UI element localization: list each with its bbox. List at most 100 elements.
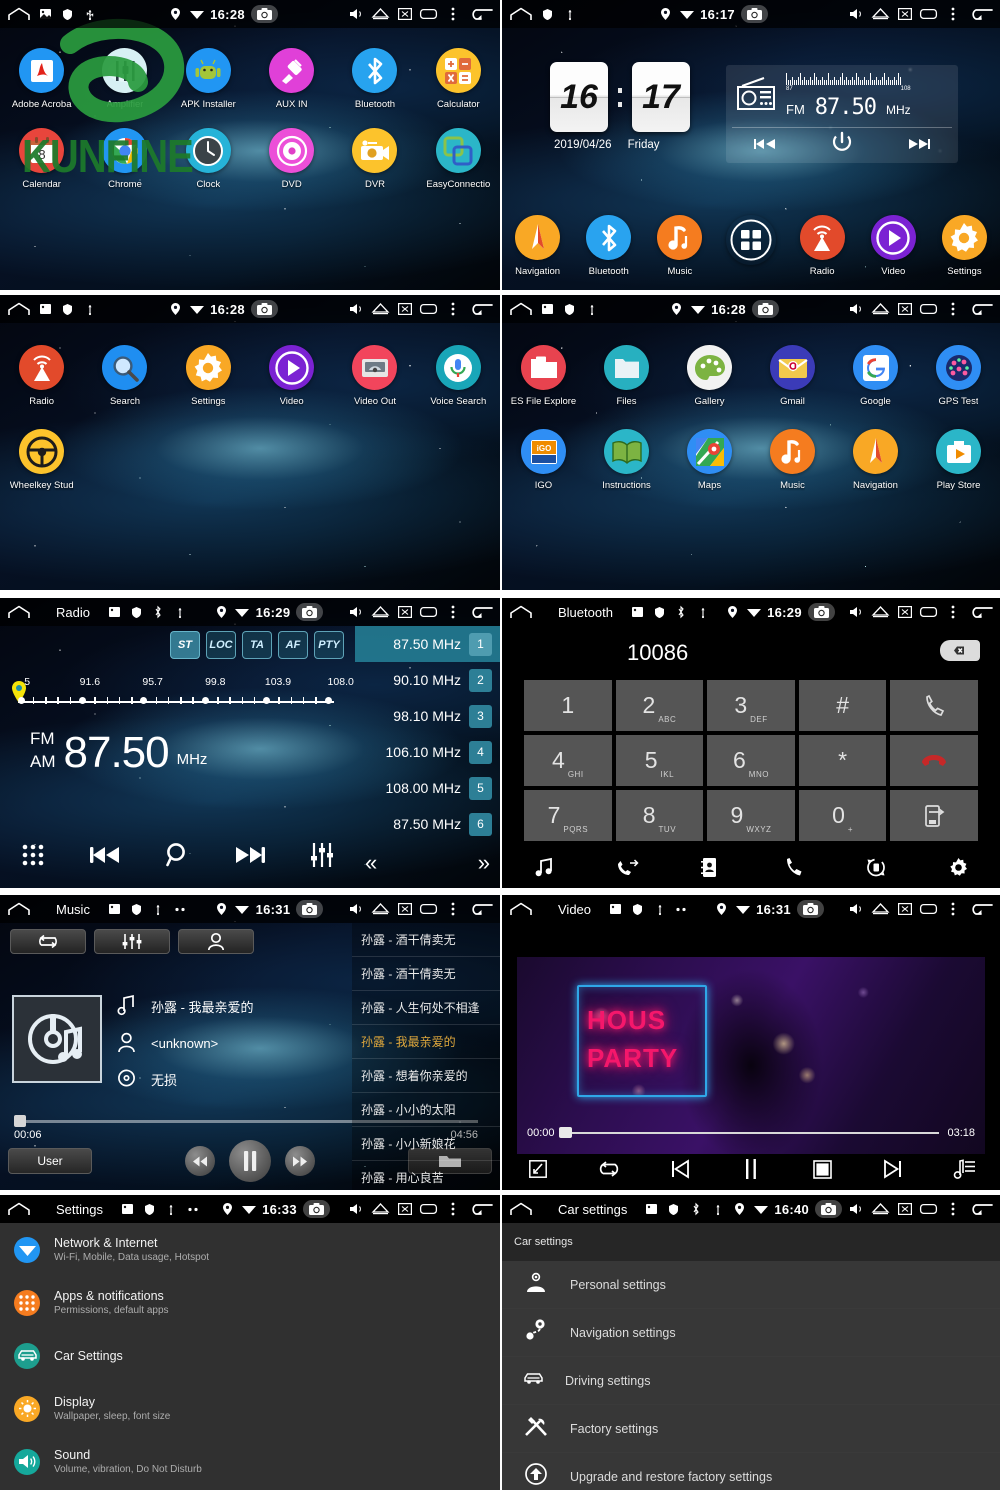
back-icon[interactable]: [469, 1202, 493, 1217]
app-aux-in[interactable]: AUX IN: [250, 48, 333, 110]
settings-row[interactable]: Network & Internet Wi-Fi, Mobile, Data us…: [0, 1223, 500, 1276]
video-progress[interactable]: 00:00 03:18: [527, 1127, 975, 1139]
radio-preset[interactable]: 106.10 MHz 4: [355, 734, 500, 770]
google-g-icon[interactable]: [853, 345, 898, 390]
recents-icon[interactable]: [919, 302, 938, 317]
dock-music-note[interactable]: Music: [644, 215, 715, 282]
settings-row[interactable]: Sound Volume, vibration, Do Not Disturb: [0, 1435, 500, 1488]
settings-row[interactable]: Car Settings: [0, 1329, 500, 1382]
camera-icon[interactable]: [740, 5, 768, 23]
overflow-menu-icon[interactable]: [445, 605, 460, 620]
volume-icon[interactable]: [849, 902, 864, 917]
progress-thumb[interactable]: [14, 1115, 26, 1127]
app-gps-test[interactable]: GPS Test: [917, 345, 1000, 407]
key-4[interactable]: 4 GHI: [524, 735, 612, 786]
resize-icon[interactable]: [528, 1160, 547, 1183]
radio-preset[interactable]: 87.50 MHz 1: [355, 626, 500, 662]
recents-icon[interactable]: [419, 902, 438, 917]
video-play-icon[interactable]: [870, 215, 916, 260]
key-6[interactable]: 6 MNO: [707, 735, 795, 786]
camera-icon[interactable]: [796, 900, 824, 918]
playlist-item[interactable]: 孙露 - 酒干倩卖无: [352, 957, 500, 991]
recents-icon[interactable]: [919, 605, 938, 620]
back-icon[interactable]: [969, 7, 993, 22]
playlist-item[interactable]: 孙露 - 小小新娘花: [352, 1127, 500, 1161]
search-magnifier-icon[interactable]: [102, 345, 148, 390]
home-icon[interactable]: [509, 1202, 533, 1216]
key-1[interactable]: 1: [524, 680, 612, 731]
prev-icon[interactable]: [89, 845, 121, 870]
close-box-icon[interactable]: [397, 1202, 412, 1217]
recents-icon[interactable]: [919, 1202, 938, 1217]
car-settings-row[interactable]: Driving settings: [502, 1357, 1000, 1405]
close-box-icon[interactable]: [397, 902, 412, 917]
stop-icon[interactable]: [812, 1159, 832, 1184]
progress-thumb[interactable]: [558, 1127, 572, 1138]
dock-radio-tower[interactable]: Radio: [787, 215, 858, 282]
camera-icon[interactable]: [807, 603, 835, 621]
back-icon[interactable]: [469, 7, 493, 22]
easyconnection-icon[interactable]: [435, 128, 481, 173]
radio-preset[interactable]: 98.10 MHz 3: [355, 698, 500, 734]
volume-icon[interactable]: [349, 302, 364, 317]
playlist-item[interactable]: 孙露 - 人生何处不相逢: [352, 991, 500, 1025]
recents-icon[interactable]: [919, 902, 938, 917]
camera-icon[interactable]: [250, 5, 278, 23]
eject-icon[interactable]: [371, 605, 390, 620]
navigation-compass-icon[interactable]: [853, 429, 898, 474]
radio-toggle-af[interactable]: AF: [278, 631, 308, 659]
eject-icon[interactable]: [871, 605, 890, 620]
video-out-icon[interactable]: [352, 345, 398, 390]
close-box-icon[interactable]: [897, 7, 912, 22]
gallery-palette-icon[interactable]: [687, 345, 732, 390]
home-icon[interactable]: [509, 302, 533, 316]
overflow-menu-icon[interactable]: [945, 605, 960, 620]
overflow-menu-icon[interactable]: [945, 902, 960, 917]
google-maps-icon[interactable]: [687, 429, 732, 474]
scan-search-icon[interactable]: [166, 843, 189, 872]
aux-in-icon[interactable]: [269, 48, 315, 93]
adobe-acrobat-icon[interactable]: [19, 48, 65, 93]
overflow-menu-icon[interactable]: [445, 302, 460, 317]
navigation-compass-icon[interactable]: [515, 215, 561, 260]
dock-settings-gear[interactable]: Settings: [929, 215, 1000, 282]
close-box-icon[interactable]: [897, 902, 912, 917]
overflow-menu-icon[interactable]: [945, 1202, 960, 1217]
close-box-icon[interactable]: [397, 605, 412, 620]
settings-gear-icon[interactable]: [949, 858, 968, 882]
band-am[interactable]: AM: [30, 751, 56, 774]
radio-toggle-ta[interactable]: TA: [242, 631, 272, 659]
settings-row[interactable]: Apps & notifications Permissions, default…: [0, 1276, 500, 1329]
overflow-menu-icon[interactable]: [945, 302, 960, 317]
volume-icon[interactable]: [349, 902, 364, 917]
hangup-icon[interactable]: [890, 735, 978, 786]
home-icon[interactable]: [7, 302, 31, 316]
dock-video-play[interactable]: Video: [858, 215, 929, 282]
bluetooth-icon[interactable]: [586, 215, 632, 260]
app-dvd[interactable]: DVD: [250, 128, 333, 190]
volume-icon[interactable]: [849, 7, 864, 22]
close-box-icon[interactable]: [397, 7, 412, 22]
bluetooth-icon[interactable]: [352, 48, 398, 93]
radio-tower-icon[interactable]: [19, 345, 65, 390]
eject-icon[interactable]: [871, 302, 890, 317]
playlist-item[interactable]: 孙露 - 小小的太阳: [352, 1093, 500, 1127]
eject-icon[interactable]: [871, 7, 890, 22]
close-box-icon[interactable]: [897, 605, 912, 620]
dvr-icon[interactable]: [352, 128, 398, 173]
volume-icon[interactable]: [849, 1202, 864, 1217]
music-playlist[interactable]: 孙露 - 酒干倩卖无 孙露 - 酒干倩卖无 孙露 - 人生何处不相逢 孙露 - 我最亲…: [352, 923, 500, 1190]
overflow-menu-icon[interactable]: [445, 902, 460, 917]
recents-icon[interactable]: [419, 7, 438, 22]
app-dvr[interactable]: DVR: [333, 128, 416, 190]
dock-navigation-compass[interactable]: Navigation: [502, 215, 573, 282]
app-radio-tower[interactable]: Radio: [0, 345, 83, 407]
car-settings-row[interactable]: Factory settings: [502, 1405, 1000, 1453]
app-play-store[interactable]: Play Store: [917, 429, 1000, 491]
dialpad-phone-icon[interactable]: [784, 858, 802, 882]
back-icon[interactable]: [469, 902, 493, 917]
app-es-file-explorer[interactable]: ES File Explore: [502, 345, 585, 407]
recents-icon[interactable]: [419, 1202, 438, 1217]
eject-icon[interactable]: [371, 902, 390, 917]
app-igo[interactable]: iGO IGO: [502, 429, 585, 491]
